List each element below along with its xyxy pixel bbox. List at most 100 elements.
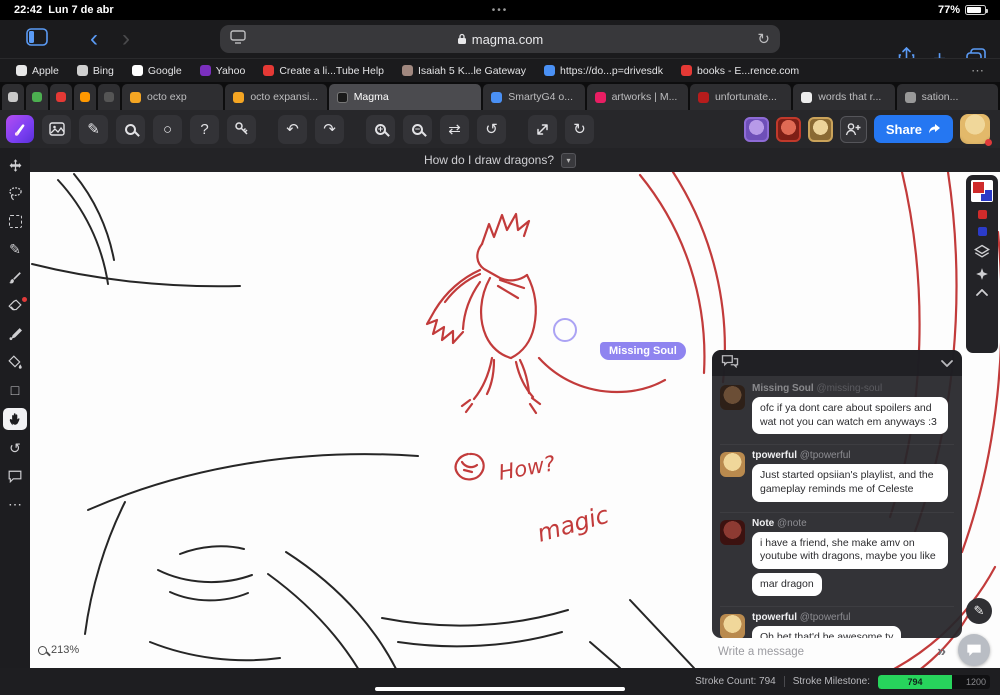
- avatar: [720, 614, 745, 638]
- drawing-canvas[interactable]: How? magic Missing Soul Missing Soul @mi…: [30, 172, 1000, 668]
- image-tool-button[interactable]: [42, 114, 71, 144]
- tab-magma-active[interactable]: Magma: [328, 84, 482, 110]
- blend-tool[interactable]: [4, 324, 26, 343]
- books-icon: [681, 65, 693, 76]
- bookmark-bing[interactable]: Bing: [76, 65, 114, 77]
- zoom-in-button[interactable]: +: [366, 114, 395, 144]
- recent-color-blue[interactable]: [977, 227, 987, 236]
- recent-color-red[interactable]: [977, 210, 987, 219]
- mini-tab[interactable]: [98, 84, 120, 110]
- google-icon: [131, 65, 143, 76]
- milestone-progress-bar: 794 1200: [878, 674, 990, 689]
- rotate-button[interactable]: ↺: [477, 114, 506, 144]
- undo-button[interactable]: ↶: [278, 114, 307, 144]
- bookmark-google[interactable]: Google: [131, 65, 182, 77]
- effects-icon[interactable]: [975, 267, 989, 281]
- safari-toolbar: ‹ › magma.com ↻ +: [0, 20, 1000, 70]
- chat-collapse-icon[interactable]: [941, 354, 953, 372]
- tab-smartyg4[interactable]: SmartyG4 o...: [483, 84, 585, 110]
- bookmark-apple[interactable]: Apple: [16, 65, 59, 77]
- lasso-tool[interactable]: [4, 184, 26, 203]
- swap-button[interactable]: ⇄: [440, 114, 469, 144]
- shape-tool[interactable]: □: [4, 380, 26, 399]
- back-button[interactable]: ‹: [78, 27, 110, 51]
- bookmark-yahoo[interactable]: Yahoo: [199, 65, 245, 77]
- move-tool[interactable]: [4, 156, 26, 175]
- tab-sation[interactable]: sation...: [896, 84, 998, 110]
- tab-bar: octo exp octo expansi... Magma SmartyG4 …: [0, 82, 1000, 110]
- chat-message: Missing Soul @missing-soul ofc if ya don…: [720, 378, 954, 446]
- tab-words[interactable]: words that r...: [793, 84, 895, 110]
- mini-tab[interactable]: [74, 84, 96, 110]
- tab-octo-exp[interactable]: octo exp: [122, 84, 224, 110]
- bookmark-drive-link[interactable]: https://do...p=drivesdk: [543, 65, 663, 77]
- mini-tab[interactable]: [2, 84, 24, 110]
- bookmark-bible-gateway[interactable]: Isaiah 5 K...le Gateway: [402, 65, 526, 77]
- comment-tool[interactable]: [4, 467, 26, 486]
- eraser-tool[interactable]: [4, 296, 27, 315]
- share-button[interactable]: Share: [873, 115, 953, 143]
- edit-fab-button[interactable]: ✎: [966, 598, 992, 624]
- chat-fab-button[interactable]: [958, 634, 990, 666]
- divider: [783, 676, 785, 687]
- search-tool-button[interactable]: [116, 114, 145, 144]
- zoom-icon: [38, 645, 47, 655]
- collaborator-avatar[interactable]: [743, 116, 769, 142]
- redo-button[interactable]: ↷: [315, 114, 344, 144]
- chat-message-input[interactable]: [718, 646, 934, 658]
- collaborator-avatar[interactable]: [807, 116, 833, 142]
- pencil-tool-button[interactable]: ✎: [79, 114, 108, 144]
- apple-icon: [16, 65, 27, 76]
- refresh-button[interactable]: ↻: [565, 114, 594, 144]
- sidebar-icon[interactable]: [14, 27, 60, 51]
- user-avatar[interactable]: [960, 114, 992, 146]
- chat-message: tpowerful @tpowerful Oh bet that'd be aw…: [720, 607, 954, 638]
- screen: 22:42 Lun 7 de abr ••• 77% ‹ › magma.com…: [0, 0, 1000, 695]
- canvas-how-text: How?: [497, 451, 557, 485]
- shape-tool-button[interactable]: ○: [153, 114, 182, 144]
- bible-icon: [402, 65, 413, 76]
- tab-artworks[interactable]: artworks | M...: [586, 84, 688, 110]
- tab-octo-expansion[interactable]: octo expansi...: [225, 84, 327, 110]
- magma-toolbar: ✎ ○ ? ↶ ↷ + − ⇄ ↺ ↻ Share: [0, 110, 1000, 148]
- fill-tool[interactable]: [4, 352, 26, 371]
- magma-app-icon[interactable]: [6, 115, 34, 143]
- key-button[interactable]: [227, 114, 256, 144]
- hand-tool-selected[interactable]: [3, 408, 27, 430]
- add-person-button[interactable]: [839, 115, 867, 143]
- color-swatches[interactable]: [971, 180, 993, 202]
- battery-percent: 77%: [937, 4, 960, 16]
- mini-tab[interactable]: [50, 84, 72, 110]
- send-message-icon[interactable]: »: [933, 643, 950, 661]
- collapse-panel-icon[interactable]: [976, 289, 988, 296]
- address-bar[interactable]: magma.com ↻: [220, 25, 780, 53]
- layers-icon[interactable]: [974, 244, 990, 259]
- chat-header[interactable]: [712, 350, 962, 376]
- zoom-out-button[interactable]: −: [403, 114, 432, 144]
- brush-tool[interactable]: [4, 268, 26, 287]
- more-tools-button[interactable]: ⋯: [4, 495, 26, 514]
- prompt-dropdown[interactable]: ▾: [561, 152, 577, 168]
- mini-tab[interactable]: [26, 84, 48, 110]
- stroke-count: Stroke Count: 794: [695, 676, 776, 687]
- chat-message-list[interactable]: Missing Soul @missing-soul ofc if ya don…: [712, 376, 962, 638]
- tab-unfortunate[interactable]: unfortunate...: [689, 84, 792, 110]
- marquee-select-tool[interactable]: [4, 212, 26, 231]
- primary-color-swatch[interactable]: [972, 181, 985, 194]
- bookmark-youtube-help[interactable]: Create a li...Tube Help: [263, 65, 384, 77]
- bookmark-books[interactable]: books - E...rence.com: [681, 65, 799, 77]
- bookmarks-more-icon[interactable]: ⋯: [971, 63, 984, 79]
- bookmarks-bar: Apple Bing Google Yahoo Create a li...Tu…: [0, 58, 1000, 82]
- url-text: magma.com: [471, 31, 544, 47]
- help-button[interactable]: ?: [190, 114, 219, 144]
- home-indicator[interactable]: [375, 687, 625, 691]
- undo-tool[interactable]: ↺: [4, 439, 26, 458]
- chat-message: Note @note i have a friend, she make amv…: [720, 513, 954, 608]
- forward-button[interactable]: ›: [110, 27, 142, 51]
- battery-icon: [965, 5, 988, 15]
- pen-tool[interactable]: ✎: [4, 240, 26, 259]
- zoom-level-indicator[interactable]: 213%: [38, 644, 79, 656]
- share-arrow-icon: [929, 124, 940, 134]
- collaborator-avatar[interactable]: [775, 116, 801, 142]
- resize-button[interactable]: [528, 114, 557, 144]
